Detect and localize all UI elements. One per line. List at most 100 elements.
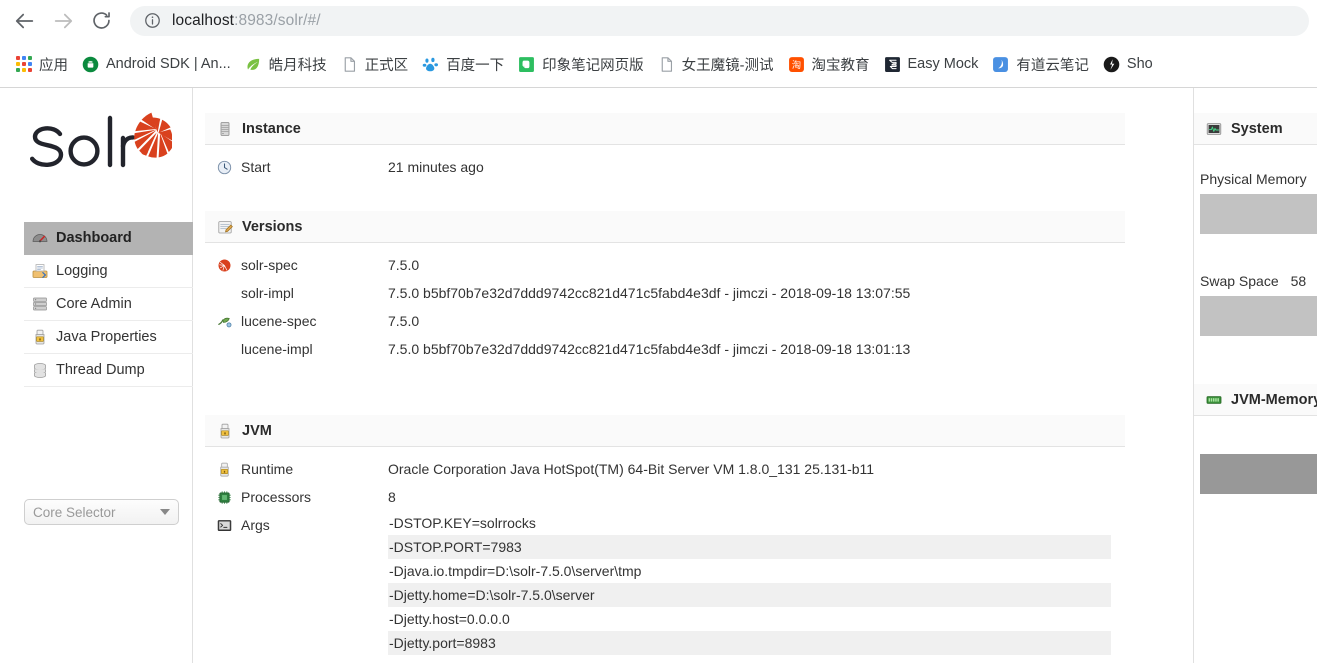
- sidebar-item-core-admin[interactable]: Core Admin: [24, 288, 193, 321]
- sidebar-menu: Dashboard Logging Core Admin Java Proper…: [24, 222, 193, 387]
- versions-icon: [218, 220, 233, 233]
- page-icon: [344, 56, 355, 72]
- bookmark-label: 正式区: [364, 57, 409, 74]
- java-properties-icon: [35, 329, 45, 345]
- row-value: 7.5.0 b5bf70b7e32d7ddd9742cc821d471c5fab…: [388, 285, 911, 301]
- section-header-versions: Versions: [205, 211, 1125, 243]
- section-title: Instance: [242, 120, 301, 137]
- sidebar-item-logging[interactable]: Logging: [24, 255, 193, 288]
- row-label: Start: [241, 159, 271, 175]
- back-button[interactable]: [6, 2, 44, 40]
- easymock-icon: [884, 56, 900, 72]
- bookmark-youdao-note[interactable]: 有道云笔记: [985, 49, 1096, 79]
- jvm-memory-bar: [1200, 454, 1317, 494]
- row-value: 21 minutes ago: [388, 159, 484, 175]
- address-bar[interactable]: localhost:8983/solr/#/: [130, 5, 1309, 36]
- row-value: -DSTOP.KEY=solrrocks -DSTOP.PORT=7983 -D…: [388, 511, 1193, 655]
- metric-name: Swap Space: [1200, 273, 1279, 289]
- row-lucene-impl: lucene-impl 7.5.0 b5bf70b7e32d7ddd9742cc…: [205, 335, 1193, 363]
- sidebar-item-dashboard[interactable]: Dashboard: [24, 222, 193, 255]
- row-solr-spec: solr-spec 7.5.0: [205, 251, 1193, 279]
- forward-button[interactable]: [44, 2, 82, 40]
- bookmark-label: 应用: [39, 57, 68, 74]
- row-value: Oracle Corporation Java HotSpot(TM) 64-B…: [388, 461, 875, 477]
- logging-icon: [32, 264, 48, 278]
- url-host: localhost: [172, 11, 235, 29]
- sidebar-item-thread-dump[interactable]: Thread Dump: [24, 354, 193, 387]
- bookmark-label: Easy Mock: [907, 56, 979, 72]
- arg-line: -Djetty.host=0.0.0.0: [389, 611, 510, 627]
- core-selector-dropdown[interactable]: Core Selector: [24, 499, 179, 525]
- section-title: System: [1231, 120, 1283, 137]
- section-title: JVM-Memory: [1231, 391, 1317, 408]
- section-header-system: System: [1194, 113, 1317, 145]
- bookmark-label: Sho: [1126, 56, 1153, 72]
- info-circle-icon[interactable]: [144, 12, 161, 29]
- metric-jvm-memory: [1194, 454, 1317, 494]
- right-panel: System Physical Memory Swap Space 58 JVM-…: [1193, 88, 1317, 663]
- dashboard-gauge-icon: [32, 234, 48, 243]
- sidebar-item-label: Core Admin: [56, 296, 132, 312]
- row-label: Args: [241, 517, 270, 533]
- core-selector-label: Core Selector: [33, 504, 116, 520]
- bookmark-taobao-edu[interactable]: 淘 淘宝教育: [781, 49, 877, 79]
- metric-value: 58: [1290, 273, 1307, 289]
- bookmark-label: 百度一下: [446, 57, 505, 74]
- thread-dump-icon: [34, 363, 46, 378]
- reload-button[interactable]: [82, 2, 120, 40]
- row-label: Runtime: [241, 461, 294, 477]
- bookmark-nvwangmojing[interactable]: 女王魔镜-测试: [651, 49, 781, 79]
- metric-label: Swap Space 58: [1200, 273, 1317, 289]
- row-lucene-spec: lucene-spec 7.5.0: [205, 307, 1193, 335]
- bookmark-baidu[interactable]: 百度一下: [415, 49, 511, 79]
- bookmark-label: 女王魔镜-测试: [681, 57, 774, 74]
- android-icon: [82, 56, 99, 72]
- bookmark-label: 印象笔记网页版: [542, 57, 644, 74]
- bookmark-apps[interactable]: 应用: [8, 49, 75, 79]
- jvm-rows: Runtime Oracle Corporation Java HotSpot(…: [205, 455, 1193, 655]
- section-title: Versions: [242, 218, 303, 235]
- solr-logo[interactable]: [22, 108, 172, 186]
- bookmark-easy-mock[interactable]: Easy Mock: [877, 49, 986, 79]
- metric-swap-space: Swap Space 58: [1194, 273, 1317, 336]
- bookmark-android-sdk[interactable]: Android SDK | An...: [75, 49, 238, 79]
- metric-physical-memory: Physical Memory: [1194, 171, 1317, 234]
- dashboard-content: Instance Start 21 minutes ago Versions s…: [193, 88, 1193, 663]
- row-value: 7.5.0: [388, 313, 420, 329]
- section-header-jvm: JVM: [205, 415, 1125, 447]
- url-path: :8983/solr/#/: [234, 11, 321, 29]
- chevron-down-icon: [160, 509, 170, 515]
- sidebar-item-label: Dashboard: [56, 230, 132, 246]
- solr-admin-page: Dashboard Logging Core Admin Java Proper…: [0, 88, 1317, 663]
- reload-icon: [92, 12, 110, 29]
- bookmark-shodan[interactable]: Sho: [1096, 49, 1160, 79]
- row-args: Args -DSTOP.KEY=solrrocks -DSTOP.PORT=79…: [205, 511, 1193, 655]
- bookmark-zhengshiqu[interactable]: 正式区: [334, 49, 416, 79]
- row-label: solr-spec: [241, 257, 298, 273]
- sidebar-item-java-properties[interactable]: Java Properties: [24, 321, 193, 354]
- sidebar-item-label: Java Properties: [56, 329, 157, 345]
- url-text: localhost:8983/solr/#/: [172, 12, 321, 30]
- bookmark-evernote[interactable]: 印象笔记网页版: [511, 49, 651, 79]
- sidebar-item-label: Thread Dump: [56, 362, 145, 378]
- bookmark-label: 皓月科技: [268, 57, 327, 74]
- sidebar-item-label: Logging: [56, 263, 108, 279]
- arg-line: -Djava.io.tmpdir=D:\solr-7.5.0\server\tm…: [389, 563, 642, 579]
- console-icon: [217, 519, 232, 531]
- row-label: solr-impl: [241, 285, 294, 301]
- apps-grid-icon: [15, 56, 32, 73]
- server-icon: [220, 121, 230, 136]
- browser-toolbar: localhost:8983/solr/#/: [0, 0, 1317, 41]
- bookmark-label: Android SDK | An...: [106, 56, 231, 72]
- row-value: 7.5.0 b5bf70b7e32d7ddd9742cc821d471c5fab…: [388, 341, 911, 357]
- core-admin-icon: [33, 297, 47, 311]
- bookmark-haoyue[interactable]: 皓月科技: [238, 49, 334, 79]
- physical-memory-bar: [1200, 194, 1317, 234]
- memory-chip-icon: [1206, 395, 1222, 404]
- arg-line: -DSTOP.PORT=7983: [388, 535, 1111, 559]
- row-key: lucene-spec: [205, 307, 388, 335]
- instance-rows: Start 21 minutes ago: [205, 153, 1193, 181]
- svg-text:淘: 淘: [791, 59, 800, 71]
